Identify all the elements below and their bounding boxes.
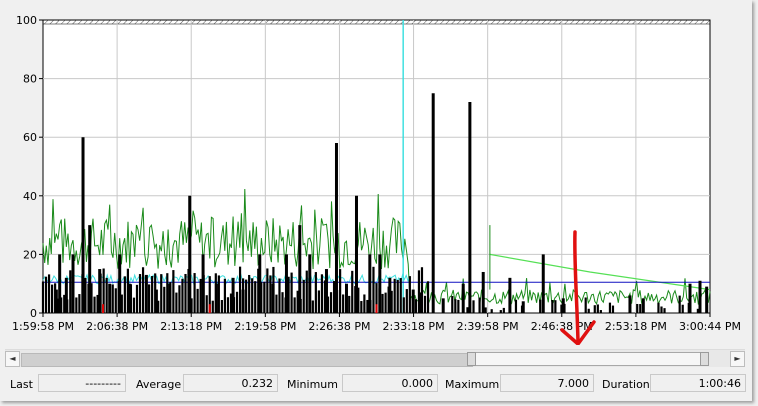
duration-label: Duration — [602, 378, 650, 391]
y-tick-label: 80 — [23, 73, 37, 86]
x-tick-label: 2:13:18 PM — [160, 320, 222, 333]
scrollbar-track[interactable] — [21, 352, 729, 367]
plot-top-hatch — [42, 19, 711, 25]
minimum-label: Minimum — [287, 378, 338, 391]
performance-graph: 100 80 60 40 20 01:59:58 PM 2:06:38 PM 2:13:18 … — [12, 14, 741, 345]
duration-value: 1:00:46 — [650, 374, 746, 392]
maximum-value: 7.000 — [500, 374, 594, 392]
time-range-scrollbar[interactable]: ◄ ► — [5, 349, 745, 367]
scrollbar-thumb[interactable] — [470, 352, 707, 366]
x-tick-label: 1:59:58 PM — [12, 320, 74, 333]
x-tick-label: 2:39:58 PM — [457, 320, 519, 333]
scrollbar-filled-range — [21, 353, 473, 367]
minimum-value: 0.000 — [342, 374, 438, 392]
x-tick-label: 2:53:18 PM — [605, 320, 667, 333]
scroll-right-button[interactable]: ► — [730, 351, 745, 367]
x-tick-label: 2:33:18 PM — [383, 320, 445, 333]
y-tick-label: 0 — [30, 307, 37, 320]
y-tick-label: 60 — [23, 131, 37, 144]
performance-monitor-window: 100 80 60 40 20 0 1:59:58 PM 2:06:38 PM 2:13:18 … — [0, 0, 752, 401]
range-start-handle[interactable] — [466, 352, 476, 366]
x-tick-label: 3:00:44 PM — [679, 320, 741, 333]
last-value: --------- — [38, 374, 126, 392]
x-tick-label: 2:06:38 PM — [86, 320, 148, 333]
average-label: Average — [136, 378, 182, 391]
last-label: Last — [10, 378, 33, 391]
scroll-left-button[interactable]: ◄ — [5, 351, 20, 367]
range-end-handle[interactable] — [700, 352, 710, 366]
y-tick-label: 100 — [16, 14, 37, 27]
x-tick-label: 2:26:38 PM — [308, 320, 370, 333]
x-tick-label: 2:19:58 PM — [234, 320, 296, 333]
y-tick-label: 20 — [23, 248, 37, 261]
y-tick-label: 40 — [23, 190, 37, 203]
maximum-label: Maximum — [445, 378, 500, 391]
average-value: 0.232 — [183, 374, 278, 392]
